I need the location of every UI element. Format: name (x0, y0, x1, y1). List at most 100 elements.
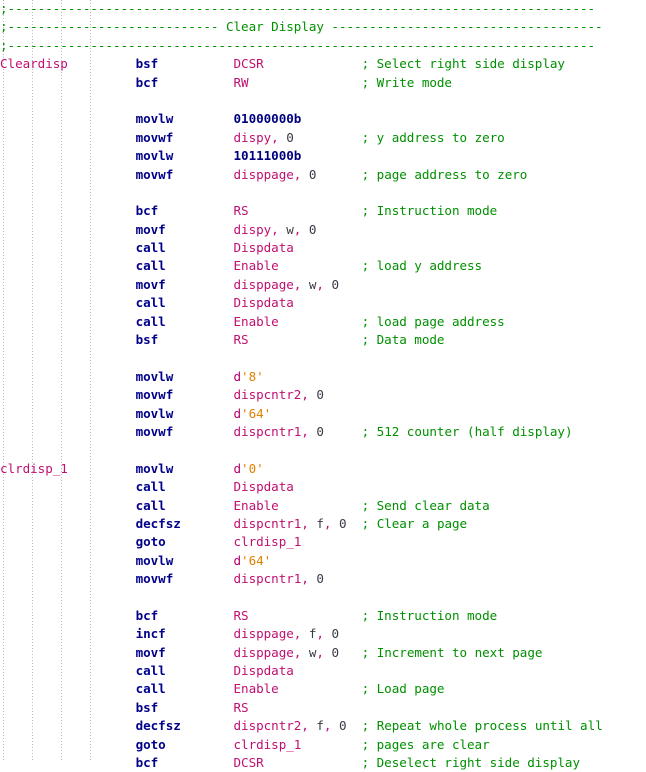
code-line-blank[interactable] (0, 184, 646, 202)
instruction-mnemonic: call (135, 313, 234, 329)
comment-rule-line[interactable]: ;---------------------------------------… (0, 0, 646, 18)
code-line[interactable]: call Enable ; Load page (0, 680, 646, 698)
code-line[interactable]: goto clrdisp_1 ; pages are clear (0, 736, 646, 754)
comment-spacer (324, 424, 362, 439)
code-line-blank[interactable] (0, 589, 646, 607)
banner-title-line[interactable]: ;---------------------------- Clear Disp… (0, 18, 646, 36)
code-line[interactable]: call Enable ; load page address (0, 313, 646, 331)
inline-comment: ; Repeat whole process until all (361, 718, 603, 734)
inline-comment: ; Select right side display (361, 56, 565, 72)
instruction-mnemonic: movf (135, 276, 234, 292)
operand-bank: 0 (331, 276, 340, 292)
code-line[interactable]: movlw 01000000b (0, 110, 646, 128)
code-line[interactable]: movwf disppage, 0 ; page address to zero (0, 166, 646, 184)
code-line[interactable]: call Dispdata (0, 239, 646, 257)
operand-symbol: dispcntr1 (233, 515, 302, 531)
comment-spacer (264, 755, 362, 770)
operand-bank: 0 (339, 718, 347, 734)
instruction-mnemonic: call (135, 240, 234, 256)
code-line[interactable]: movwf dispy, 0 ; y address to zero (0, 129, 646, 147)
code-line[interactable]: call Dispdata (0, 294, 646, 312)
inline-comment: ; Data mode (361, 332, 445, 348)
instruction-mnemonic: decfsz (135, 515, 234, 531)
instruction-mnemonic: movlw (135, 148, 234, 164)
operand-symbol: Enable (233, 497, 279, 513)
code-line[interactable]: movlw d'8' (0, 368, 646, 386)
operand-symbol: dispcntr2 (233, 387, 302, 403)
code-line[interactable]: movwf dispcntr1, 0 (0, 570, 646, 588)
operand-separator: , (301, 387, 317, 403)
operand-separator: , (323, 718, 339, 734)
operand-bank: 0 (339, 515, 347, 531)
operand-symbol: disppage (233, 166, 294, 182)
code-editor[interactable]: ;---------------------------- -----------… (0, 0, 646, 770)
code-line[interactable]: bsf RS (0, 699, 646, 717)
operand-separator: , (316, 626, 332, 642)
instruction-mnemonic: call (135, 479, 234, 495)
comment-rule: ;---------------------------------------… (0, 37, 596, 53)
inline-comment: ; load page address (361, 313, 505, 329)
binary-literal: 10111000b (233, 148, 302, 164)
comment-rule-line[interactable]: ;---------------------------------------… (0, 37, 646, 55)
code-line-blank[interactable] (0, 441, 646, 459)
comment-spacer (249, 608, 362, 623)
code-content[interactable]: ;---------------------------- -----------… (0, 0, 646, 772)
code-line[interactable]: movlw d'64' (0, 552, 646, 570)
code-line[interactable]: goto clrdisp_1 (0, 533, 646, 551)
comment-spacer (249, 75, 362, 90)
numeric-literal: '0' (241, 460, 264, 476)
instruction-mnemonic: movwf (135, 166, 234, 182)
instruction-mnemonic: movlw (135, 111, 234, 127)
code-line[interactable]: bsf RS ; Data mode (0, 331, 646, 349)
code-line[interactable]: call Dispdata (0, 478, 646, 496)
code-line[interactable]: bcf RS ; Instruction mode (0, 202, 646, 220)
code-line-blank[interactable] (0, 92, 646, 110)
code-line-labelled[interactable]: Cleardisp bsf DCSR ; Select right side d… (0, 55, 646, 73)
operand-destination: f (316, 718, 324, 734)
comment-spacer (279, 681, 362, 696)
code-line[interactable]: call Enable ; load y address (0, 257, 646, 275)
operand-bank: 0 (331, 644, 340, 660)
code-line[interactable]: movwf dispcntr2, 0 (0, 386, 646, 404)
code-line[interactable]: incf disppage, f, 0 (0, 625, 646, 643)
comment-spacer (279, 258, 362, 273)
code-line[interactable]: bcf DCSR ; Deselect right side display (0, 754, 646, 772)
operand-separator: , (271, 129, 287, 145)
code-line[interactable]: bcf RS ; Instruction mode (0, 607, 646, 625)
comment-spacer (279, 314, 362, 329)
code-line[interactable]: decfsz dispcntr1, f, 0 ; Clear a page (0, 515, 646, 533)
code-line-blank[interactable] (0, 349, 646, 367)
code-line[interactable]: movlw d'64' (0, 405, 646, 423)
inline-comment: ; Increment to next page (361, 644, 543, 660)
instruction-mnemonic: movlw (135, 405, 234, 421)
code-line[interactable]: call Dispdata (0, 662, 646, 680)
code-line[interactable]: movf disppage, w, 0 ; Increment to next … (0, 644, 646, 662)
operand-separator: , (293, 626, 309, 642)
inline-comment: ; Clear a page (361, 515, 468, 531)
code-line[interactable]: decfsz dispcntr2, f, 0 ; Repeat whole pr… (0, 717, 646, 735)
code-line[interactable]: call Enable ; Send clear data (0, 497, 646, 515)
code-line[interactable]: movwf dispcntr1, 0 ; 512 counter (half d… (0, 423, 646, 441)
code-line[interactable]: movf dispy, w, 0 (0, 221, 646, 239)
operand-bank: 0 (316, 387, 324, 403)
code-line-labelled[interactable]: clrdisp_1 movlw d'0' (0, 460, 646, 478)
operand-symbol: clrdisp_1 (233, 534, 302, 550)
operand-bank: 0 (308, 221, 317, 237)
radix-prefix: d (233, 552, 242, 568)
operand-bank: 0 (331, 626, 340, 642)
instruction-mnemonic: movwf (135, 387, 234, 403)
code-line[interactable]: bcf RW ; Write mode (0, 74, 646, 92)
code-line[interactable]: movlw 10111000b (0, 147, 646, 165)
operand-separator: , (293, 644, 309, 660)
code-line[interactable]: movf disppage, w, 0 (0, 276, 646, 294)
operand-symbol: RS (233, 699, 249, 715)
